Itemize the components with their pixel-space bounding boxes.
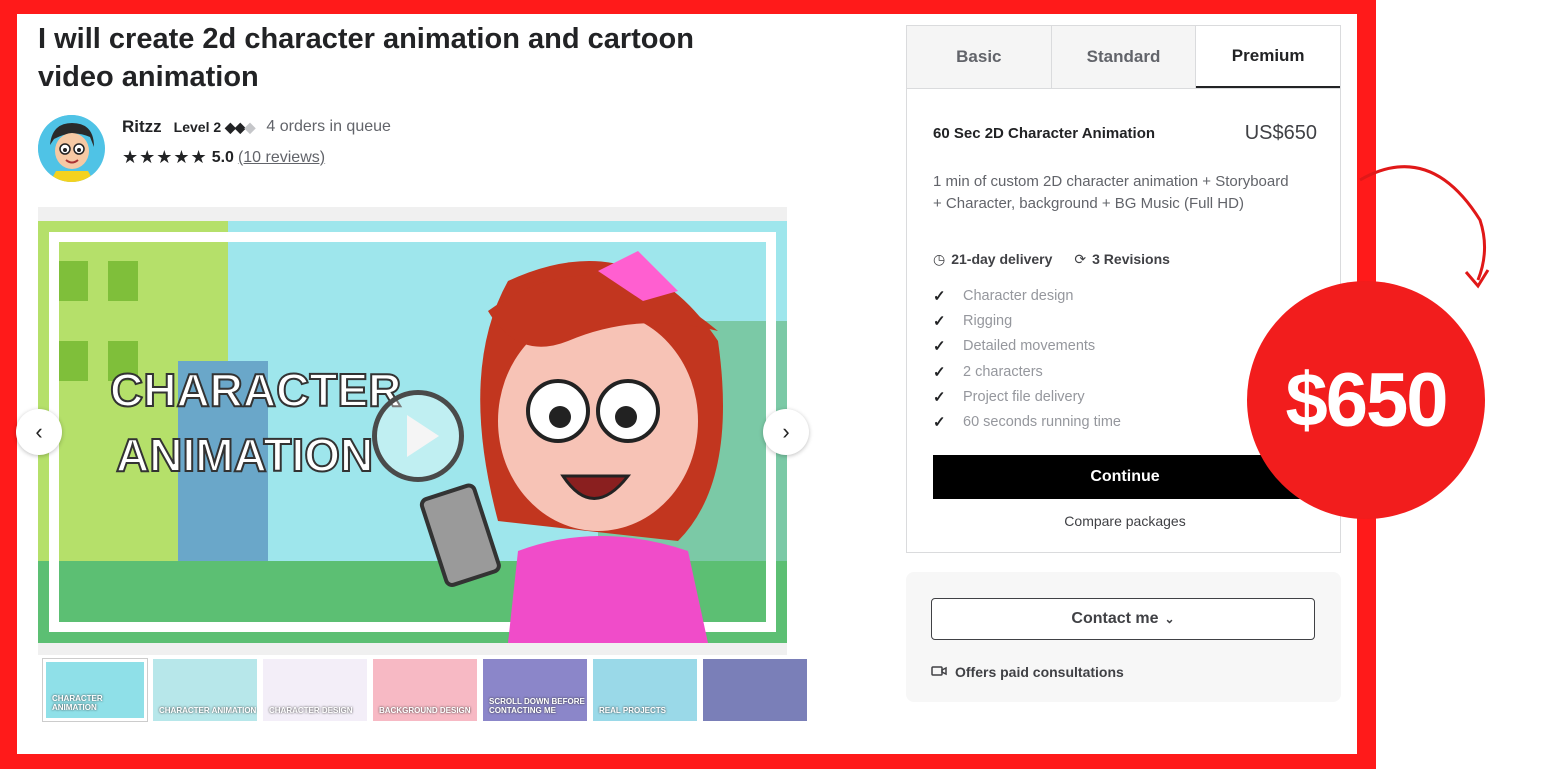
orders-in-queue: 4 orders in queue <box>266 118 391 135</box>
tab-premium[interactable]: Premium <box>1196 26 1341 88</box>
thumbnail-label: SCROLL DOWN BEFORE CONTACTING ME <box>489 697 585 715</box>
feature-label: Detailed movements <box>963 338 1096 355</box>
thumbnail-label: BACKGROUND DESIGN <box>379 706 471 715</box>
play-video-button[interactable] <box>372 390 464 482</box>
price-badge: $650 <box>1247 281 1485 519</box>
package-header: 60 Sec 2D Character Animation US$650 <box>933 122 1317 145</box>
rating-score: 5.0 <box>211 148 234 166</box>
tab-standard[interactable]: Standard <box>1051 26 1197 88</box>
check-icon: ✓ <box>933 338 946 356</box>
feature-label: 2 characters <box>963 363 1043 380</box>
list-item: ✓ Character design <box>933 283 1121 308</box>
contact-me-button[interactable]: Contact me ⌄ <box>931 598 1315 640</box>
seller-name[interactable]: Ritzz <box>122 117 162 137</box>
contact-box: Contact me ⌄ Offers paid consultations <box>906 572 1341 702</box>
star-rating-icon: ★★★★★ <box>122 147 208 167</box>
tab-basic[interactable]: Basic <box>907 26 1052 88</box>
chevron-right-icon: › <box>782 419 790 444</box>
thumbnail-label: CHARACTER ANIMATION <box>52 694 103 712</box>
chevron-down-icon: ⌄ <box>1164 612 1175 626</box>
package-meta: ◷ 21-day delivery ⟳ 3 Revisions <box>933 251 1170 268</box>
feature-label: Character design <box>963 287 1074 304</box>
feature-list: ✓ Character design ✓ Rigging ✓ Detailed mov… <box>933 283 1121 435</box>
compare-packages-link[interactable]: Compare packages <box>933 513 1317 529</box>
gallery-next-button[interactable]: › <box>763 409 809 455</box>
delivery-text: 21-day delivery <box>951 251 1053 267</box>
gallery-thumbnail[interactable]: CHARACTER DESIGN <box>263 659 367 721</box>
overlay-text-line2: ANIMATION <box>116 429 373 481</box>
gallery-thumbnail[interactable]: SCROLL DOWN BEFORE CONTACTING ME <box>483 659 587 721</box>
check-icon: ✓ <box>933 363 946 381</box>
revisions-info: ⟳ 3 Revisions <box>1074 251 1170 268</box>
chevron-left-icon: ‹ <box>35 419 43 444</box>
seller-level-label: Level 2 <box>173 118 222 135</box>
gallery-thumbnail[interactable] <box>703 659 807 721</box>
feature-label: 60 seconds running time <box>963 414 1121 431</box>
check-icon: ✓ <box>933 388 946 406</box>
contact-me-label: Contact me <box>1071 610 1159 627</box>
list-item: ✓ 2 characters <box>933 359 1121 384</box>
thumbnail-label: CHARACTER DESIGN <box>269 706 353 715</box>
thumbnail-label: REAL PROJECTS <box>599 706 666 715</box>
continue-button[interactable]: Continue <box>933 455 1317 499</box>
avatar[interactable] <box>38 115 105 182</box>
consultation-label: Offers paid consultations <box>955 664 1124 680</box>
seller-level: Level 2 ◆◆◆ <box>173 118 256 136</box>
gig-title: I will create 2d character animation and… <box>38 23 694 93</box>
thumbnail-label: CHARACTER ANIMATION <box>159 706 257 715</box>
delivery-info: ◷ 21-day delivery <box>933 251 1052 268</box>
gallery-thumbnail[interactable]: REAL PROJECTS <box>593 659 697 721</box>
list-item: ✓ 60 seconds running time <box>933 409 1121 434</box>
play-icon <box>407 415 439 457</box>
refresh-icon: ⟳ <box>1074 251 1087 267</box>
gallery-thumbnail[interactable]: BACKGROUND DESIGN <box>373 659 477 721</box>
list-item: ✓ Project file delivery <box>933 384 1121 409</box>
reviews-link[interactable]: (10 reviews) <box>238 149 325 167</box>
level-diamond-icon: ◆◆◆ <box>225 118 255 135</box>
feature-label: Project file delivery <box>963 388 1085 405</box>
gallery-prev-button[interactable]: ‹ <box>16 409 62 455</box>
check-icon: ✓ <box>933 414 946 432</box>
package-price: US$650 <box>1244 122 1317 144</box>
rating: ★★★★★ 5.0 (10 reviews) <box>122 147 325 168</box>
revisions-text: 3 Revisions <box>1092 251 1170 267</box>
package-description: 1 min of custom 2D character animation +… <box>933 173 1289 212</box>
list-item: ✓ Detailed movements <box>933 334 1121 359</box>
package-tabs: Basic Standard Premium <box>907 26 1341 89</box>
gallery-thumbnail[interactable]: CHARACTER ANIMATION <box>42 658 148 722</box>
check-icon: ✓ <box>933 287 946 305</box>
package-name: 60 Sec 2D Character Animation <box>933 125 1156 142</box>
overlay-text-line1: CHARACTER <box>110 364 401 416</box>
gallery-thumbnails: CHARACTER ANIMATION CHARACTER ANIMATION CH… <box>42 658 807 722</box>
video-camera-icon <box>931 664 947 680</box>
seller-info: Ritzz Level 2 ◆◆◆ 4 orders in queue <box>122 117 391 137</box>
curved-arrow-icon <box>1359 165 1490 289</box>
list-item: ✓ Rigging <box>933 308 1121 333</box>
clock-icon: ◷ <box>933 251 946 267</box>
paid-consultations: Offers paid consultations <box>931 664 1124 680</box>
gallery-thumbnail[interactable]: CHARACTER ANIMATION <box>153 659 257 721</box>
check-icon: ✓ <box>933 312 946 330</box>
feature-label: Rigging <box>963 312 1013 329</box>
